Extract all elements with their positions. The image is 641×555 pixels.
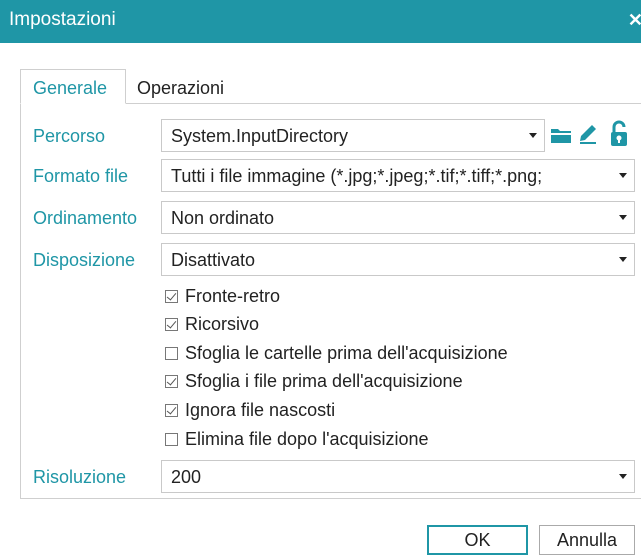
tab-generale[interactable]: Generale [20, 69, 126, 104]
percorso-label: Percorso [33, 126, 106, 146]
checkbox-label: Sfoglia i file prima dell'acquisizione [185, 370, 463, 391]
percorso-value: System.InputDirectory [171, 126, 349, 146]
checkbox-label: Sfoglia le cartelle prima dell'acquisizi… [185, 342, 508, 363]
chevron-down-icon [619, 474, 627, 479]
close-icon[interactable]: ✕ [628, 10, 641, 31]
checkbox-ricorsivo[interactable]: Ricorsivo [165, 313, 259, 335]
ordinamento-value: Non ordinato [171, 208, 275, 228]
checkbox-fronte-retro[interactable]: Fronte-retro [165, 285, 280, 307]
chevron-down-icon [619, 257, 627, 262]
title-bar: Impostazioni ✕ [0, 0, 641, 43]
chevron-down-icon [529, 133, 537, 138]
disposizione-label: Disposizione [33, 250, 136, 270]
ok-button[interactable]: OK [427, 525, 528, 555]
cancel-button[interactable]: Annulla [539, 525, 635, 555]
disposizione-combo[interactable]: Disattivato [161, 243, 635, 276]
checkbox-sfoglia-cartelle[interactable]: Sfoglia le cartelle prima dell'acquisizi… [165, 342, 508, 364]
checkbox-elimina-file[interactable]: Elimina file dopo l'acquisizione [165, 428, 429, 450]
checkbox-label: Ignora file nascosti [185, 399, 336, 420]
chevron-down-icon [619, 173, 627, 178]
risoluzione-value: 200 [171, 467, 202, 487]
formato-value: Tutti i file immagine (*.jpg;*.jpeg;*.ti… [171, 166, 543, 186]
tab-generale-label: Generale [33, 78, 108, 98]
checkbox-box[interactable] [165, 317, 178, 331]
checkbox-label: Ricorsivo [185, 313, 260, 334]
folder-icon[interactable] [550, 125, 572, 145]
percorso-combo[interactable]: System.InputDirectory [161, 119, 545, 152]
pencil-icon[interactable] [578, 123, 598, 145]
checkbox-box[interactable] [165, 289, 178, 303]
unlock-icon[interactable] [609, 120, 629, 148]
checkbox-box[interactable] [165, 374, 178, 388]
disposizione-value: Disattivato [171, 250, 256, 270]
window-title: Impostazioni [9, 9, 116, 30]
checkbox-box[interactable] [165, 403, 178, 417]
risoluzione-label: Risoluzione [33, 467, 127, 487]
tab-operazioni[interactable]: Operazioni [137, 78, 224, 99]
ordinamento-label: Ordinamento [33, 208, 138, 228]
formato-label: Formato file [33, 166, 129, 186]
checkbox-box[interactable] [165, 346, 178, 360]
checkbox-ignora-nascosti[interactable]: Ignora file nascosti [165, 399, 335, 421]
checkbox-box[interactable] [165, 432, 178, 446]
ordinamento-combo[interactable]: Non ordinato [161, 201, 635, 234]
checkbox-label: Fronte-retro [185, 285, 281, 306]
chevron-down-icon [619, 215, 627, 220]
checkbox-label: Elimina file dopo l'acquisizione [185, 428, 429, 449]
risoluzione-combo[interactable]: 200 [161, 460, 635, 493]
checkbox-sfoglia-file[interactable]: Sfoglia i file prima dell'acquisizione [165, 370, 463, 392]
formato-combo[interactable]: Tutti i file immagine (*.jpg;*.jpeg;*.ti… [161, 159, 635, 192]
